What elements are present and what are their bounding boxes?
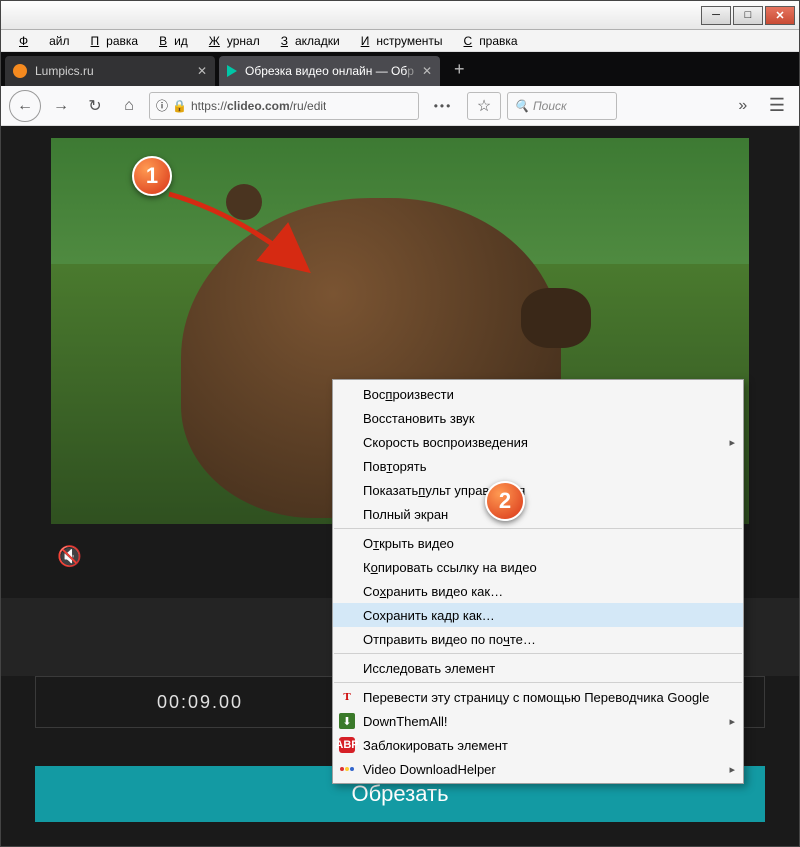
window-close-button[interactable]: ✕ (765, 6, 795, 25)
ctx-loop[interactable]: Повторять (333, 454, 743, 478)
menu-bookmarks[interactable]: Закладки (267, 32, 347, 50)
ctx-save-video-as[interactable]: Сохранить видео как… (333, 579, 743, 603)
adblock-icon: ABP (339, 737, 355, 753)
site-info-icon[interactable]: ⓘ (156, 97, 168, 114)
tab-lumpics[interactable]: Lumpics.ru ✕ (5, 56, 215, 86)
vdh-icon (339, 761, 355, 777)
ctx-save-frame-as[interactable]: Сохранить кадр как… (333, 603, 743, 627)
window-minimize-button[interactable]: ─ (701, 6, 731, 25)
ctx-separator (334, 528, 742, 529)
nav-back-button[interactable]: ← (9, 90, 41, 122)
search-input[interactable]: 🔍 Поиск (507, 92, 617, 120)
search-icon: 🔍 (514, 99, 529, 113)
time-from-input[interactable]: 00:09.00 (35, 676, 365, 728)
ctx-open-video[interactable]: Открыть видео (333, 531, 743, 555)
menu-edit[interactable]: Правка (77, 32, 146, 50)
tab-title: Lumpics.ru (35, 64, 94, 78)
ctx-inspect-element[interactable]: Исследовать элемент (333, 656, 743, 680)
ctx-video-downloadhelper[interactable]: Video DownloadHelper (333, 757, 743, 781)
lock-icon: 🔒 (172, 99, 187, 113)
new-tab-button[interactable]: + (444, 59, 475, 80)
url-text: https://clideo.com/ru/edit (191, 99, 326, 113)
annotation-arrow (149, 174, 329, 284)
bookmark-button[interactable]: ☆ (467, 92, 501, 120)
menu-history[interactable]: Журнал (195, 32, 267, 50)
downthemall-icon: ⬇ (339, 713, 355, 729)
video-context-menu: Воспроизвести Восстановить звук Скорость… (332, 379, 744, 784)
window-titlebar: ─ □ ✕ (1, 1, 799, 30)
mute-icon[interactable]: 🔇 (57, 544, 82, 569)
ctx-email-video[interactable]: Отправить видео по почте… (333, 627, 743, 651)
ctx-play[interactable]: Воспроизвести (333, 382, 743, 406)
ctx-show-controls[interactable]: Показать пульт управления (333, 478, 743, 502)
reload-button[interactable]: ↻ (81, 92, 109, 120)
tab-close-icon[interactable]: ✕ (414, 64, 432, 78)
ctx-block-element[interactable]: ABP Заблокировать элемент (333, 733, 743, 757)
menu-view[interactable]: Вид (145, 32, 195, 50)
search-placeholder: Поиск (533, 99, 567, 113)
tab-clideo[interactable]: Обрезка видео онлайн — Обр ✕ (219, 56, 440, 86)
callout-marker-1: 1 (132, 156, 172, 196)
ctx-separator (334, 653, 742, 654)
window-maximize-button[interactable]: □ (733, 6, 763, 25)
ctx-downthemall[interactable]: ⬇ DownThemAll! (333, 709, 743, 733)
ctx-restore-sound[interactable]: Восстановить звук (333, 406, 743, 430)
favicon-lumpics-icon (13, 64, 27, 78)
favicon-clideo-icon (227, 65, 237, 77)
browser-window: ─ □ ✕ Файл Правка Вид Журнал Закладки Ин… (0, 0, 800, 847)
ctx-separator (334, 682, 742, 683)
nav-forward-button[interactable]: → (47, 92, 75, 120)
page-content: 🔇 00:09.00 до 00:21.00 Обрезать 1 Воспро… (1, 126, 799, 846)
home-button[interactable]: ⌂ (115, 92, 143, 120)
page-actions-button[interactable]: ••• (425, 99, 461, 113)
callout-marker-2: 2 (485, 481, 525, 521)
ctx-translate-page[interactable]: T Перевести эту страницу с помощью Перев… (333, 685, 743, 709)
ctx-playback-speed[interactable]: Скорость воспроизведения (333, 430, 743, 454)
browser-menu-bar: Файл Правка Вид Журнал Закладки Инструме… (1, 30, 799, 52)
menu-file[interactable]: Файл (5, 32, 77, 50)
overflow-button[interactable]: » (729, 92, 757, 120)
url-input[interactable]: ⓘ 🔒 https://clideo.com/ru/edit (149, 92, 419, 120)
app-menu-button[interactable]: ☰ (763, 95, 791, 116)
translate-icon: T (339, 689, 355, 705)
menu-tools[interactable]: Инструменты (347, 32, 450, 50)
tab-title: Обрезка видео онлайн — Обр (245, 64, 414, 78)
ctx-fullscreen[interactable]: Полный экран (333, 502, 743, 526)
ctx-copy-video-link[interactable]: Копировать ссылку на видео (333, 555, 743, 579)
tab-close-icon[interactable]: ✕ (189, 64, 207, 78)
address-bar: ← → ↻ ⌂ ⓘ 🔒 https://clideo.com/ru/edit •… (1, 86, 799, 126)
menu-help[interactable]: Справка (450, 32, 525, 50)
tab-strip: Lumpics.ru ✕ Обрезка видео онлайн — Обр … (1, 52, 799, 86)
